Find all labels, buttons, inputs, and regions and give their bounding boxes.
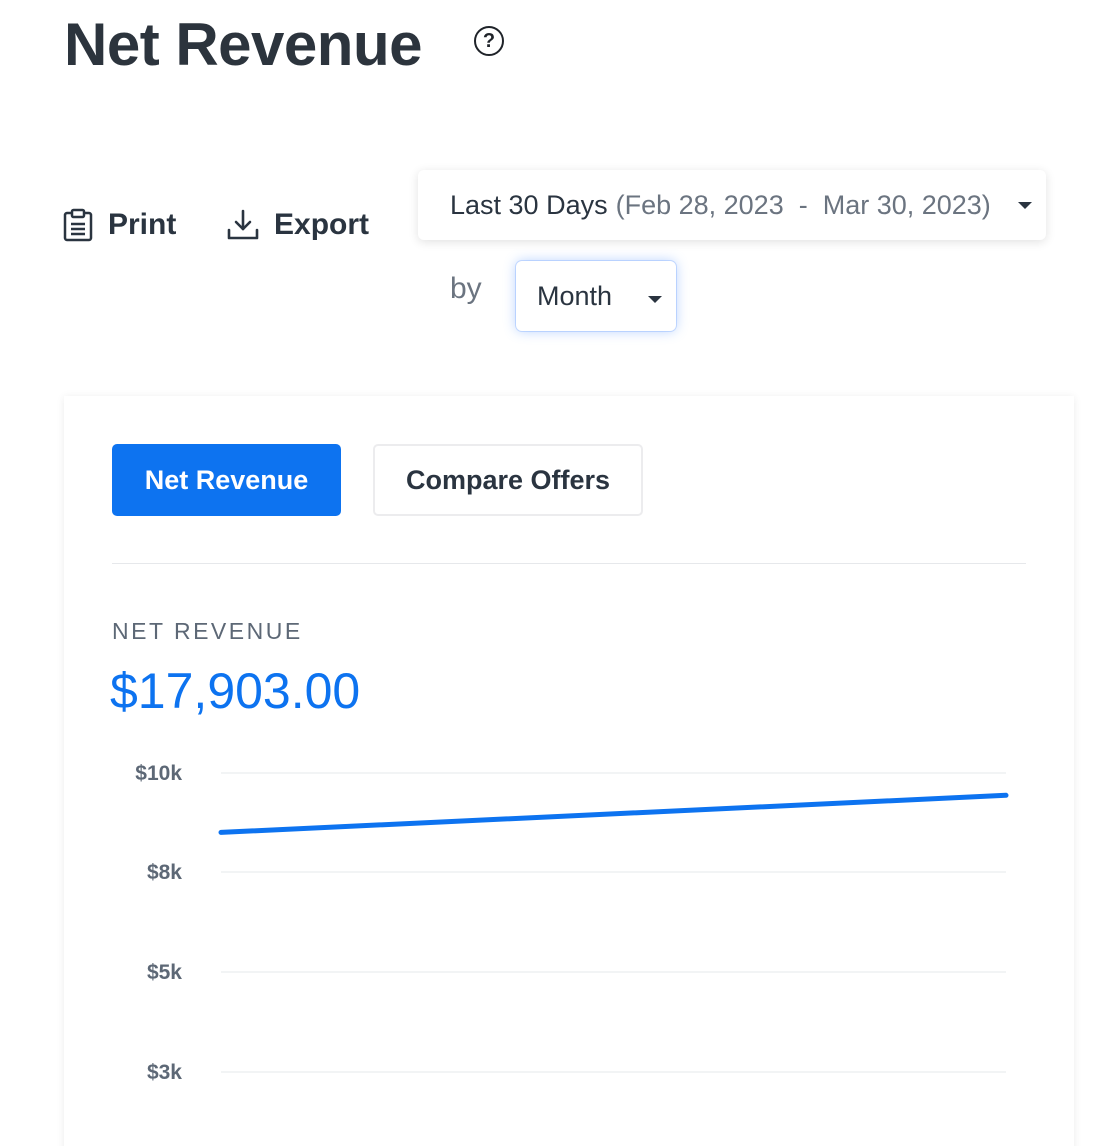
by-label: by	[450, 272, 482, 305]
clipboard-icon	[62, 208, 94, 242]
date-range-dates: (Feb 28, 2023 - Mar 30, 2023)	[615, 189, 991, 220]
tab-net-revenue[interactable]: Net Revenue	[112, 444, 341, 516]
y-tick-label: $8k	[147, 861, 182, 884]
interval-select[interactable]: Month	[516, 261, 676, 331]
page: Net Revenue ? Print Export Last 30 Days …	[0, 0, 1102, 1146]
print-label: Print	[108, 208, 177, 241]
interval-value: Month	[537, 280, 613, 311]
y-tick-label: $5k	[147, 961, 182, 984]
export-button[interactable]: Export	[226, 208, 369, 242]
metric-value: $17,903.00	[110, 663, 361, 719]
tab-compare-offers[interactable]: Compare Offers	[373, 444, 643, 516]
chevron-down-icon	[648, 296, 662, 303]
metric-label: NET REVENUE	[112, 618, 303, 644]
date-range-select[interactable]: Last 30 Days (Feb 28, 2023 - Mar 30, 202…	[418, 170, 1046, 240]
net-revenue-chart: $10k $8k $5k $3k	[135, 762, 1009, 1084]
help-icon[interactable]: ?	[474, 26, 504, 56]
divider	[112, 563, 1026, 564]
y-tick-label: $3k	[147, 1061, 182, 1084]
chevron-down-icon	[1018, 202, 1032, 209]
series-line	[218, 792, 1009, 835]
date-range-label: Last 30 Days	[450, 189, 608, 220]
page-title: Net Revenue	[64, 11, 422, 78]
revenue-card: Net Revenue Compare Offers NET REVENUE $…	[64, 396, 1074, 1146]
export-label: Export	[274, 208, 370, 241]
print-button[interactable]: Print	[62, 208, 176, 242]
y-tick-label: $10k	[135, 762, 182, 785]
download-icon	[226, 208, 260, 242]
